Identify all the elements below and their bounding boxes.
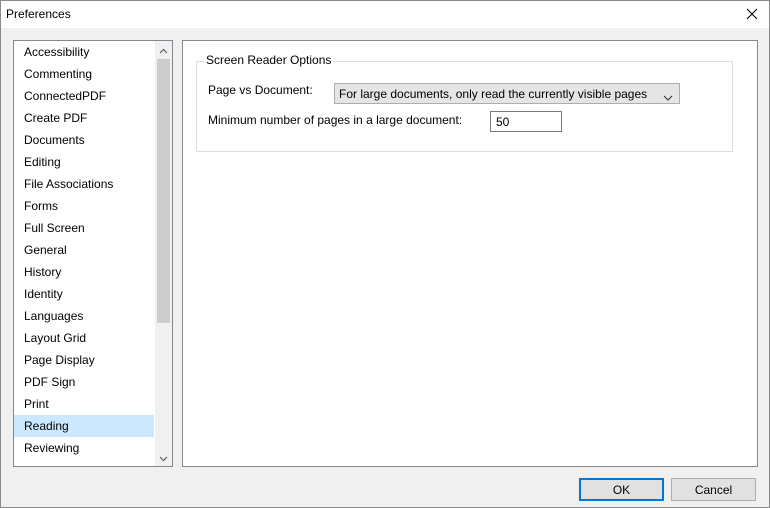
sidebar-item-layout-grid[interactable]: Layout Grid bbox=[14, 327, 154, 349]
sidebar-item-page-display[interactable]: Page Display bbox=[14, 349, 154, 371]
sidebar-item-general[interactable]: General bbox=[14, 239, 154, 261]
sidebar-item-full-screen[interactable]: Full Screen bbox=[14, 217, 154, 239]
sidebar-item-languages[interactable]: Languages bbox=[14, 305, 154, 327]
sidebar-item-commenting[interactable]: Commenting bbox=[14, 63, 154, 85]
sidebar-item-reviewing[interactable]: Reviewing bbox=[14, 437, 154, 459]
cancel-button[interactable]: Cancel bbox=[671, 478, 756, 501]
chevron-down-icon bbox=[159, 451, 168, 465]
scroll-thumb[interactable] bbox=[157, 59, 170, 323]
category-items: Accessibility Commenting ConnectedPDF Creat… bbox=[14, 41, 154, 459]
title-bar: Preferences bbox=[1, 1, 769, 28]
sidebar-item-identity[interactable]: Identity bbox=[14, 283, 154, 305]
ok-button[interactable]: OK bbox=[579, 478, 664, 501]
group-title: Screen Reader Options bbox=[204, 53, 334, 67]
close-button[interactable] bbox=[735, 1, 769, 27]
sidebar-item-print[interactable]: Print bbox=[14, 393, 154, 415]
reading-settings-panel: Screen Reader Options Page vs Document: … bbox=[182, 40, 758, 467]
preferences-dialog: Preferences Accessibility Commenting Conne… bbox=[0, 0, 770, 508]
sidebar-item-editing[interactable]: Editing bbox=[14, 151, 154, 173]
scroll-up-button[interactable] bbox=[155, 41, 172, 58]
sidebar-item-history[interactable]: History bbox=[14, 261, 154, 283]
min-pages-label: Minimum number of pages in a large docum… bbox=[208, 113, 463, 127]
page-vs-document-select[interactable]: For large documents, only read the curre… bbox=[334, 83, 680, 104]
sidebar-item-pdf-sign[interactable]: PDF Sign bbox=[14, 371, 154, 393]
category-list[interactable]: Accessibility Commenting ConnectedPDF Creat… bbox=[13, 40, 173, 467]
sidebar-item-connectedpdf[interactable]: ConnectedPDF bbox=[14, 85, 154, 107]
page-vs-document-value: For large documents, only read the curre… bbox=[339, 87, 648, 101]
chevron-up-icon bbox=[159, 43, 168, 57]
sidebar-item-reading[interactable]: Reading bbox=[14, 415, 154, 437]
category-scrollbar[interactable] bbox=[155, 41, 172, 466]
page-vs-document-label: Page vs Document: bbox=[208, 83, 313, 97]
close-icon bbox=[746, 8, 758, 20]
min-pages-input[interactable] bbox=[490, 111, 562, 132]
sidebar-item-accessibility[interactable]: Accessibility bbox=[14, 41, 154, 63]
chevron-down-icon bbox=[663, 90, 673, 104]
sidebar-item-create-pdf[interactable]: Create PDF bbox=[14, 107, 154, 129]
sidebar-item-forms[interactable]: Forms bbox=[14, 195, 154, 217]
sidebar-item-file-associations[interactable]: File Associations bbox=[14, 173, 154, 195]
window-title: Preferences bbox=[6, 7, 71, 21]
sidebar-item-documents[interactable]: Documents bbox=[14, 129, 154, 151]
screen-reader-options-group: Screen Reader Options Page vs Document: … bbox=[196, 53, 733, 152]
scroll-down-button[interactable] bbox=[155, 449, 172, 466]
